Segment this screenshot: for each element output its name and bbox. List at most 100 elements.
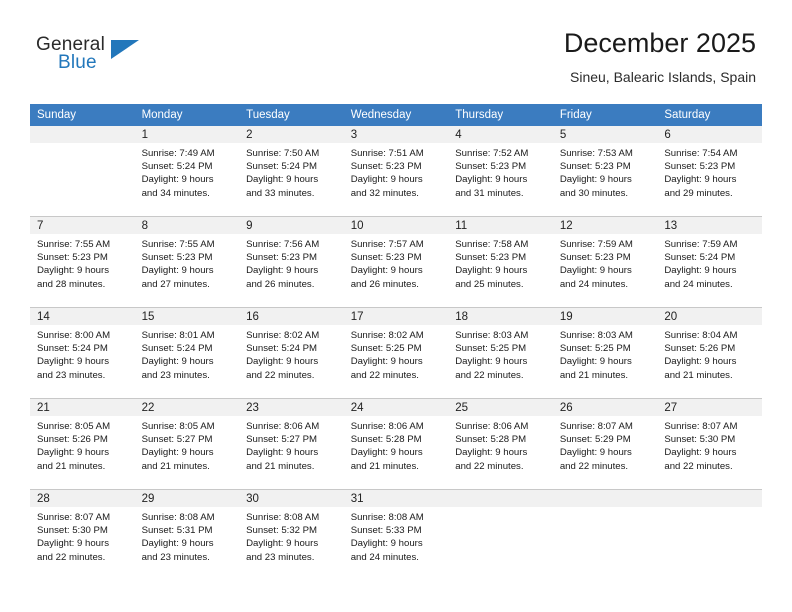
calendar-day-cell[interactable]: 10 Sunrise: 7:57 AM Sunset: 5:23 PM Dayligh… — [343, 216, 449, 308]
calendar-day-cell[interactable]: 17 Sunrise: 8:02 AM Sunset: 5:25 PM Dayligh… — [343, 307, 449, 399]
daylight-text: Daylight: 9 hours — [455, 174, 528, 186]
day-number: 14 — [30, 308, 135, 325]
sunset-text: Sunset: 5:29 PM — [559, 434, 631, 446]
day-details: Sunrise: 7:55 AM Sunset: 5:23 PM Daylight:… — [30, 234, 135, 291]
calendar-day-cell[interactable]: 27 Sunrise: 8:07 AM Sunset: 5:30 PM Dayligh… — [657, 398, 762, 490]
calendar-day-cell[interactable]: 12 Sunrise: 7:59 AM Sunset: 5:23 PM Dayligh… — [552, 216, 658, 308]
day-number — [657, 490, 762, 507]
generalblue-logo[interactable]: General Blue — [36, 34, 176, 82]
sunset-text: Sunset: 5:25 PM — [455, 343, 527, 355]
daylight-text-cont: and 27 minutes. — [141, 278, 210, 290]
day-number: 1 — [134, 126, 240, 143]
daylight-text-cont: and 31 minutes. — [455, 187, 524, 199]
sunrise-text: Sunrise: 8:05 AM — [37, 421, 111, 432]
daylight-text: Daylight: 9 hours — [350, 538, 423, 550]
day-details: Sunrise: 7:54 AM Sunset: 5:23 PM Daylight:… — [657, 143, 762, 200]
calendar-day-cell[interactable]: 4 Sunrise: 7:52 AM Sunset: 5:23 PM Daylight… — [448, 126, 553, 217]
calendar-day-cell[interactable]: 5 Sunrise: 7:53 AM Sunset: 5:23 PM Daylight… — [552, 126, 658, 217]
calendar-day-cell[interactable]: 22 Sunrise: 8:05 AM Sunset: 5:27 PM Dayligh… — [134, 398, 240, 490]
daylight-text: Daylight: 9 hours — [664, 356, 737, 368]
sunset-text: Sunset: 5:23 PM — [664, 161, 736, 173]
weekday-header-row: Sunday Monday Tuesday Wednesday Thursday… — [30, 104, 762, 126]
daylight-text: Daylight: 9 hours — [664, 265, 737, 277]
calendar-day-cell[interactable]: 9 Sunrise: 7:56 AM Sunset: 5:23 PM Daylight… — [239, 216, 344, 308]
calendar-day-cell[interactable]: 6 Sunrise: 7:54 AM Sunset: 5:23 PM Daylight… — [657, 126, 762, 217]
sunrise-text: Sunrise: 7:59 AM — [664, 239, 738, 250]
weekday-header-tuesday: Tuesday — [239, 104, 344, 126]
sunset-text: Sunset: 5:23 PM — [246, 252, 318, 264]
daylight-text-cont: and 22 minutes. — [664, 460, 733, 472]
daylight-text-cont: and 21 minutes. — [141, 460, 210, 472]
calendar-day-cell[interactable]: 2 Sunrise: 7:50 AM Sunset: 5:24 PM Daylight… — [239, 126, 344, 217]
calendar-day-cell[interactable]: 3 Sunrise: 7:51 AM Sunset: 5:23 PM Daylight… — [343, 126, 449, 217]
calendar-day-cell[interactable]: 7 Sunrise: 7:55 AM Sunset: 5:23 PM Daylight… — [30, 216, 135, 308]
day-details: Sunrise: 8:03 AM Sunset: 5:25 PM Daylight:… — [448, 325, 553, 382]
daylight-text-cont: and 22 minutes. — [246, 369, 315, 381]
sunset-text: Sunset: 5:27 PM — [246, 434, 318, 446]
sunset-text: Sunset: 5:30 PM — [664, 434, 736, 446]
daylight-text: Daylight: 9 hours — [455, 356, 528, 368]
day-details: Sunrise: 8:06 AM Sunset: 5:28 PM Daylight:… — [448, 416, 553, 473]
sunset-text: Sunset: 5:24 PM — [141, 161, 213, 173]
day-number: 7 — [30, 217, 135, 234]
daylight-text: Daylight: 9 hours — [350, 447, 423, 459]
calendar-day-cell[interactable]: 31 Sunrise: 8:08 AM Sunset: 5:33 PM Dayligh… — [343, 489, 449, 580]
day-number: 5 — [552, 126, 658, 143]
sunset-text: Sunset: 5:23 PM — [141, 252, 213, 264]
day-details: Sunrise: 8:06 AM Sunset: 5:28 PM Daylight:… — [344, 416, 449, 473]
weekday-header-thursday: Thursday — [448, 104, 553, 126]
calendar-day-cell[interactable]: 25 Sunrise: 8:06 AM Sunset: 5:28 PM Dayligh… — [448, 398, 553, 490]
daylight-text: Daylight: 9 hours — [141, 356, 214, 368]
day-number: 29 — [134, 490, 240, 507]
calendar-day-cell[interactable]: 16 Sunrise: 8:02 AM Sunset: 5:24 PM Dayligh… — [239, 307, 344, 399]
calendar-day-cell[interactable]: 23 Sunrise: 8:06 AM Sunset: 5:27 PM Dayligh… — [239, 398, 344, 490]
sunrise-text: Sunrise: 8:08 AM — [246, 512, 320, 523]
sunset-text: Sunset: 5:28 PM — [455, 434, 527, 446]
day-number: 20 — [657, 308, 762, 325]
calendar-day-cell[interactable]: 13 Sunrise: 7:59 AM Sunset: 5:24 PM Dayligh… — [657, 216, 762, 308]
daylight-text: Daylight: 9 hours — [559, 174, 632, 186]
daylight-text: Daylight: 9 hours — [37, 356, 109, 368]
daylight-text: Daylight: 9 hours — [664, 447, 737, 459]
daylight-text: Daylight: 9 hours — [246, 174, 319, 186]
calendar-day-cell[interactable]: 29 Sunrise: 8:08 AM Sunset: 5:31 PM Dayligh… — [134, 489, 240, 580]
day-details: Sunrise: 7:59 AM Sunset: 5:23 PM Daylight:… — [553, 234, 658, 291]
daylight-text-cont: and 33 minutes. — [246, 187, 315, 199]
daylight-text-cont: and 21 minutes. — [37, 460, 106, 472]
sunrise-text: Sunrise: 8:00 AM — [37, 330, 111, 341]
calendar-day-cell[interactable]: 1 Sunrise: 7:49 AM Sunset: 5:24 PM Daylight… — [134, 126, 240, 217]
daylight-text-cont: and 21 minutes. — [246, 460, 315, 472]
calendar-day-cell[interactable]: 28 Sunrise: 8:07 AM Sunset: 5:30 PM Dayligh… — [30, 489, 135, 580]
day-details: Sunrise: 7:49 AM Sunset: 5:24 PM Daylight:… — [135, 143, 240, 200]
calendar-day-cell[interactable]: 19 Sunrise: 8:03 AM Sunset: 5:25 PM Dayligh… — [552, 307, 658, 399]
daylight-text-cont: and 23 minutes. — [37, 369, 106, 381]
daylight-text-cont: and 24 minutes. — [559, 278, 629, 290]
sunrise-text: Sunrise: 8:02 AM — [246, 330, 320, 341]
calendar-day-cell[interactable]: 8 Sunrise: 7:55 AM Sunset: 5:23 PM Daylight… — [134, 216, 240, 308]
calendar-day-cell[interactable]: 11 Sunrise: 7:58 AM Sunset: 5:23 PM Dayligh… — [448, 216, 553, 308]
sunset-text: Sunset: 5:32 PM — [246, 525, 318, 537]
sunrise-text: Sunrise: 7:59 AM — [559, 239, 633, 250]
calendar-day-cell[interactable]: 14 Sunrise: 8:00 AM Sunset: 5:24 PM Dayligh… — [30, 307, 135, 399]
daylight-text: Daylight: 9 hours — [664, 174, 737, 186]
calendar-day-cell[interactable]: 26 Sunrise: 8:07 AM Sunset: 5:29 PM Dayligh… — [552, 398, 658, 490]
sunset-text: Sunset: 5:23 PM — [455, 161, 527, 173]
calendar-day-cell[interactable]: 24 Sunrise: 8:06 AM Sunset: 5:28 PM Dayligh… — [343, 398, 449, 490]
calendar-day-cell[interactable]: 18 Sunrise: 8:03 AM Sunset: 5:25 PM Dayligh… — [448, 307, 553, 399]
day-number: 8 — [134, 217, 240, 234]
calendar-day-cell[interactable]: 21 Sunrise: 8:05 AM Sunset: 5:26 PM Dayligh… — [30, 398, 135, 490]
calendar-day-cell[interactable]: 15 Sunrise: 8:01 AM Sunset: 5:24 PM Dayligh… — [134, 307, 240, 399]
day-details — [657, 507, 762, 511]
calendar-day-cell[interactable]: 20 Sunrise: 8:04 AM Sunset: 5:26 PM Dayligh… — [657, 307, 762, 399]
weekday-header-friday: Friday — [552, 104, 658, 126]
sunrise-text: Sunrise: 7:55 AM — [37, 239, 111, 250]
daylight-text-cont: and 22 minutes. — [455, 369, 524, 381]
sunset-text: Sunset: 5:26 PM — [37, 434, 108, 446]
day-details: Sunrise: 7:58 AM Sunset: 5:23 PM Daylight:… — [448, 234, 553, 291]
day-details: Sunrise: 8:03 AM Sunset: 5:25 PM Daylight:… — [553, 325, 658, 382]
calendar-grid: Sunday Monday Tuesday Wednesday Thursday… — [30, 104, 762, 580]
daylight-text-cont: and 26 minutes. — [246, 278, 315, 290]
daylight-text: Daylight: 9 hours — [246, 356, 319, 368]
day-details: Sunrise: 8:08 AM Sunset: 5:32 PM Daylight:… — [239, 507, 344, 564]
calendar-day-cell[interactable]: 30 Sunrise: 8:08 AM Sunset: 5:32 PM Dayligh… — [239, 489, 344, 580]
